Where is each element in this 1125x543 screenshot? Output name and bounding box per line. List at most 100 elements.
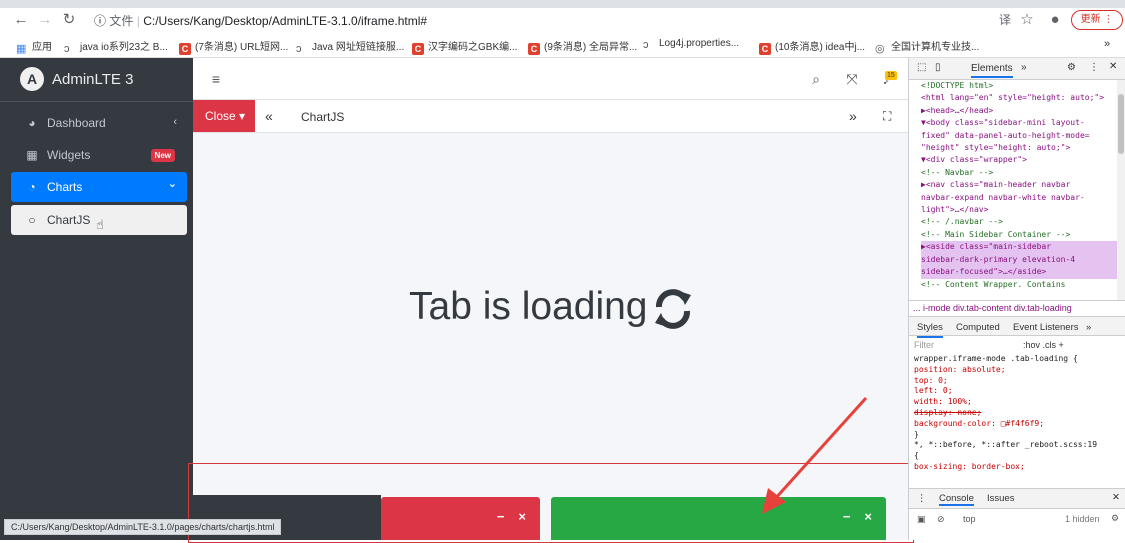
- search-icon[interactable]: ⌕: [807, 70, 825, 88]
- gear-icon[interactable]: ⚙: [1067, 62, 1076, 73]
- main-sidebar: A AdminLTE 3 ◕ Dashboard ‹ ▦ Widgets New…: [0, 58, 193, 540]
- sidebar-toggle-icon[interactable]: ▣: [917, 514, 926, 525]
- hidden-count: 1 hidden: [1065, 514, 1100, 524]
- expand-icon[interactable]: ⛶: [883, 109, 891, 124]
- css-line[interactable]: display: none;: [914, 408, 1117, 419]
- bookmark-apps[interactable]: ▦ 应用: [16, 38, 52, 55]
- update-button[interactable]: 更新 ⋮: [1071, 10, 1123, 30]
- css-line: *, *::before, *::after _reboot.scss:19: [914, 440, 1098, 450]
- status-bar-url: C:/Users/Kang/Desktop/AdminLTE-3.1.0/pag…: [4, 519, 282, 535]
- styles-tab-bar: Styles Computed Event Listeners »: [909, 316, 1125, 338]
- brand-logo: A: [20, 67, 44, 91]
- bookmark-item[interactable]: C 汉字编码之GBK编...: [412, 38, 517, 55]
- main-header-navbar: ≡ ⌕ ⤧ ♪ 15: [193, 58, 908, 100]
- css-line[interactable]: position: absolute;: [914, 365, 1117, 376]
- filter-input[interactable]: Filter: [914, 340, 934, 350]
- chevron-left-icon: ‹: [173, 116, 177, 128]
- reload-icon[interactable]: ↻: [60, 11, 78, 29]
- bookmark-item[interactable]: C (10条消息) idea中j...: [759, 38, 865, 55]
- dom-line[interactable]: fixed" data-panel-auto-height-mode=: [921, 130, 1117, 142]
- dom-line[interactable]: sidebar-focused">…</aside>: [921, 266, 1117, 279]
- close-drawer-icon[interactable]: ✕: [1112, 492, 1120, 503]
- close-devtools-icon[interactable]: ✕: [1109, 61, 1117, 72]
- drawer-tab-bar: ⋮ Console Issues ✕: [909, 488, 1125, 508]
- sync-icon: [655, 289, 691, 329]
- tab-elements[interactable]: Elements: [971, 63, 1013, 78]
- more-tabs-icon[interactable]: »: [1086, 322, 1091, 333]
- url-field[interactable]: ⓘ 文件 | C:/Users/Kang/Desktop/AdminLTE-3.…: [94, 12, 427, 29]
- scroll-right-icon[interactable]: »: [849, 108, 857, 124]
- css-line[interactable]: box-sizing: border-box;: [914, 462, 1117, 473]
- tab-event-listeners[interactable]: Event Listeners: [1013, 322, 1078, 333]
- css-line[interactable]: width: 100%;: [914, 397, 1117, 408]
- url-scheme-label: 文件: [109, 14, 134, 28]
- tab-computed[interactable]: Computed: [956, 322, 1000, 333]
- dom-line[interactable]: ▼<div class="wrapper">: [921, 154, 1117, 166]
- scroll-left-icon[interactable]: «: [265, 108, 273, 124]
- iframe-tab-bar: Close ▾ « ChartJS » ⛶: [193, 100, 908, 133]
- dom-line[interactable]: ▶<nav class="main-header navbar: [921, 179, 1117, 191]
- bookmark-item[interactable]: ↄ Java 网址短链接服...: [296, 38, 404, 55]
- bookmark-item[interactable]: C (9条消息) 全局异常...: [528, 38, 637, 55]
- dom-line[interactable]: sidebar-dark-primary elevation-4: [921, 253, 1117, 267]
- loading-text: Tab is loading: [409, 285, 648, 328]
- sidebar-item-charts[interactable]: ◔ Charts ⌄: [11, 172, 187, 202]
- address-bar-row: ← → ↻ ⓘ 文件 | C:/Users/Kang/Desktop/Admin…: [0, 8, 1125, 33]
- css-rules[interactable]: wrapper.iframe-mode .tab-loading { posit…: [909, 354, 1117, 484]
- brand-link[interactable]: A AdminLTE 3: [0, 58, 193, 102]
- dom-line[interactable]: <!-- Content Wrapper. Contains: [921, 279, 1117, 291]
- bookmark-item[interactable]: ↄ java io系列23之 B...: [64, 38, 168, 55]
- clear-console-icon[interactable]: ⊘: [937, 514, 945, 525]
- dom-line[interactable]: <!DOCTYPE html>: [921, 80, 1117, 92]
- back-icon[interactable]: ←: [12, 11, 30, 29]
- tab-console[interactable]: Console: [939, 493, 974, 506]
- fullscreen-icon[interactable]: ⤧: [843, 70, 861, 88]
- more-tabs-icon[interactable]: »: [1021, 62, 1027, 73]
- leaf-icon: ↄ: [296, 43, 302, 55]
- context-select[interactable]: top: [963, 514, 976, 524]
- forward-icon[interactable]: →: [36, 11, 54, 29]
- bookmark-star-icon[interactable]: ☆: [1018, 11, 1036, 29]
- dom-line[interactable]: ▶<aside class="main-sidebar: [921, 241, 1117, 254]
- dom-tree[interactable]: <!DOCTYPE html> <html lang="en" style="h…: [909, 80, 1117, 300]
- dom-line[interactable]: ▶<head>…</head>: [921, 105, 1117, 117]
- bookmark-item[interactable]: C (7条消息) URL短网...: [179, 38, 288, 55]
- tab-chartjs[interactable]: ChartJS: [301, 110, 344, 124]
- dom-line[interactable]: <!-- /.navbar -->: [921, 216, 1117, 228]
- dom-line[interactable]: <!-- Main Sidebar Container -->: [921, 229, 1117, 241]
- dom-breadcrumb[interactable]: ... i-mode div.tab-content div.tab-loadi…: [909, 300, 1125, 316]
- dom-line[interactable]: light">…</nav>: [921, 204, 1117, 216]
- sidebar-item-widgets[interactable]: ▦ Widgets New: [11, 140, 187, 170]
- device-toggle-icon[interactable]: ▯: [935, 62, 941, 73]
- browser-tab-strip: [0, 0, 1125, 8]
- inspect-icon[interactable]: ⬚: [917, 62, 926, 73]
- dom-line[interactable]: navbar-expand navbar-white navbar-: [921, 192, 1117, 204]
- dom-scrollbar[interactable]: [1117, 80, 1125, 300]
- menu-icon[interactable]: ≡: [207, 70, 225, 88]
- tab-issues[interactable]: Issues: [987, 493, 1014, 504]
- sidebar-item-label: ChartJS: [47, 213, 91, 227]
- css-line[interactable]: left: 0;: [914, 386, 1117, 397]
- apps-grid-icon: ▦: [16, 43, 27, 55]
- kebab-menu-icon[interactable]: ⋮: [1089, 62, 1099, 73]
- gear-icon[interactable]: ⚙: [1111, 513, 1119, 524]
- sidebar-item-dashboard[interactable]: ◕ Dashboard ‹: [11, 108, 187, 138]
- css-line[interactable]: background-color: □#f4f6f9;: [914, 419, 1117, 430]
- bookmark-item[interactable]: ◎ 全国计算机专业技...: [875, 38, 979, 55]
- scroll-thumb[interactable]: [1118, 94, 1124, 154]
- bookmarks-overflow-icon[interactable]: »: [1104, 38, 1110, 50]
- filter-options[interactable]: :hov .cls +: [1023, 340, 1064, 350]
- bookmark-item[interactable]: ↄ Log4j.properties...: [643, 38, 739, 51]
- translate-icon[interactable]: 译: [996, 11, 1014, 29]
- dom-line[interactable]: <html lang="en" style="height: auto;">: [921, 92, 1117, 104]
- console-toolbar: ▣ ⊘ top 1 hidden ⚙: [909, 508, 1125, 530]
- close-tabs-button[interactable]: Close ▾: [193, 100, 255, 132]
- sidebar-item-chartjs[interactable]: ○ ChartJS ☝: [11, 205, 187, 235]
- drawer-menu-icon[interactable]: ⋮: [917, 493, 927, 504]
- profile-icon[interactable]: ●: [1046, 11, 1064, 29]
- css-line[interactable]: top: 0;: [914, 376, 1117, 387]
- dom-line[interactable]: <!-- Navbar -->: [921, 167, 1117, 179]
- dom-line[interactable]: "height" style="height: auto;">: [921, 142, 1117, 154]
- dom-line[interactable]: ▼<body class="sidebar-mini layout-: [921, 117, 1117, 129]
- info-icon[interactable]: ⓘ: [94, 14, 106, 28]
